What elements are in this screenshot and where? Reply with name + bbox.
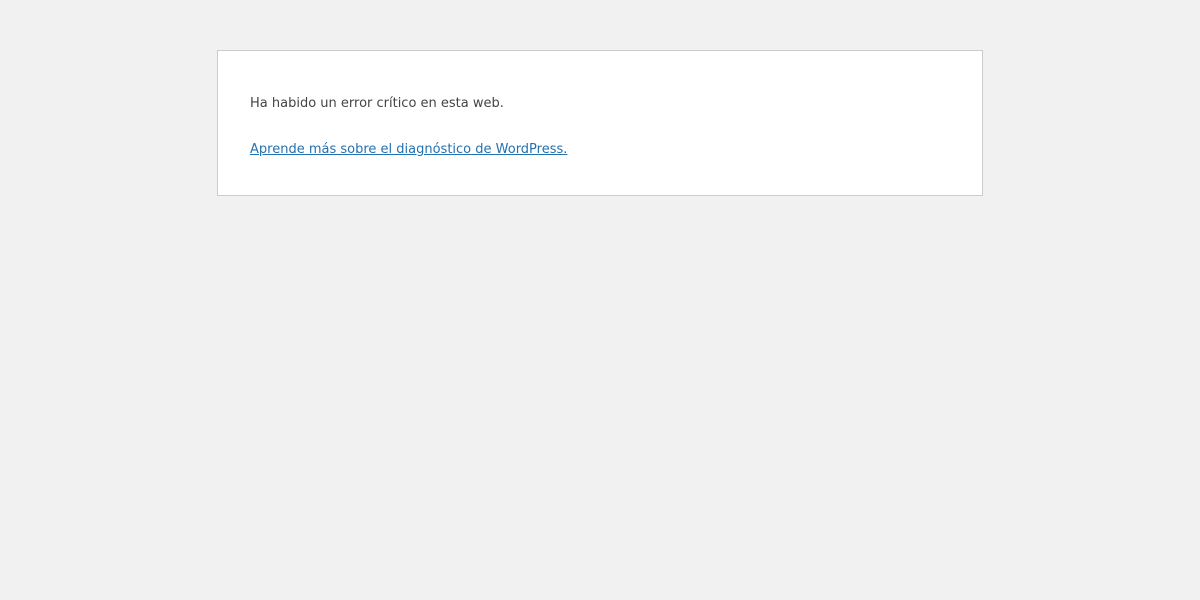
wordpress-debugging-link[interactable]: Aprende más sobre el diagnóstico de Word… xyxy=(250,141,567,159)
page-background: Ha habido un error crítico en esta web. … xyxy=(0,0,1200,600)
error-message-box: Ha habido un error crítico en esta web. … xyxy=(217,50,983,196)
error-message: Ha habido un error crítico en esta web. xyxy=(250,96,504,111)
